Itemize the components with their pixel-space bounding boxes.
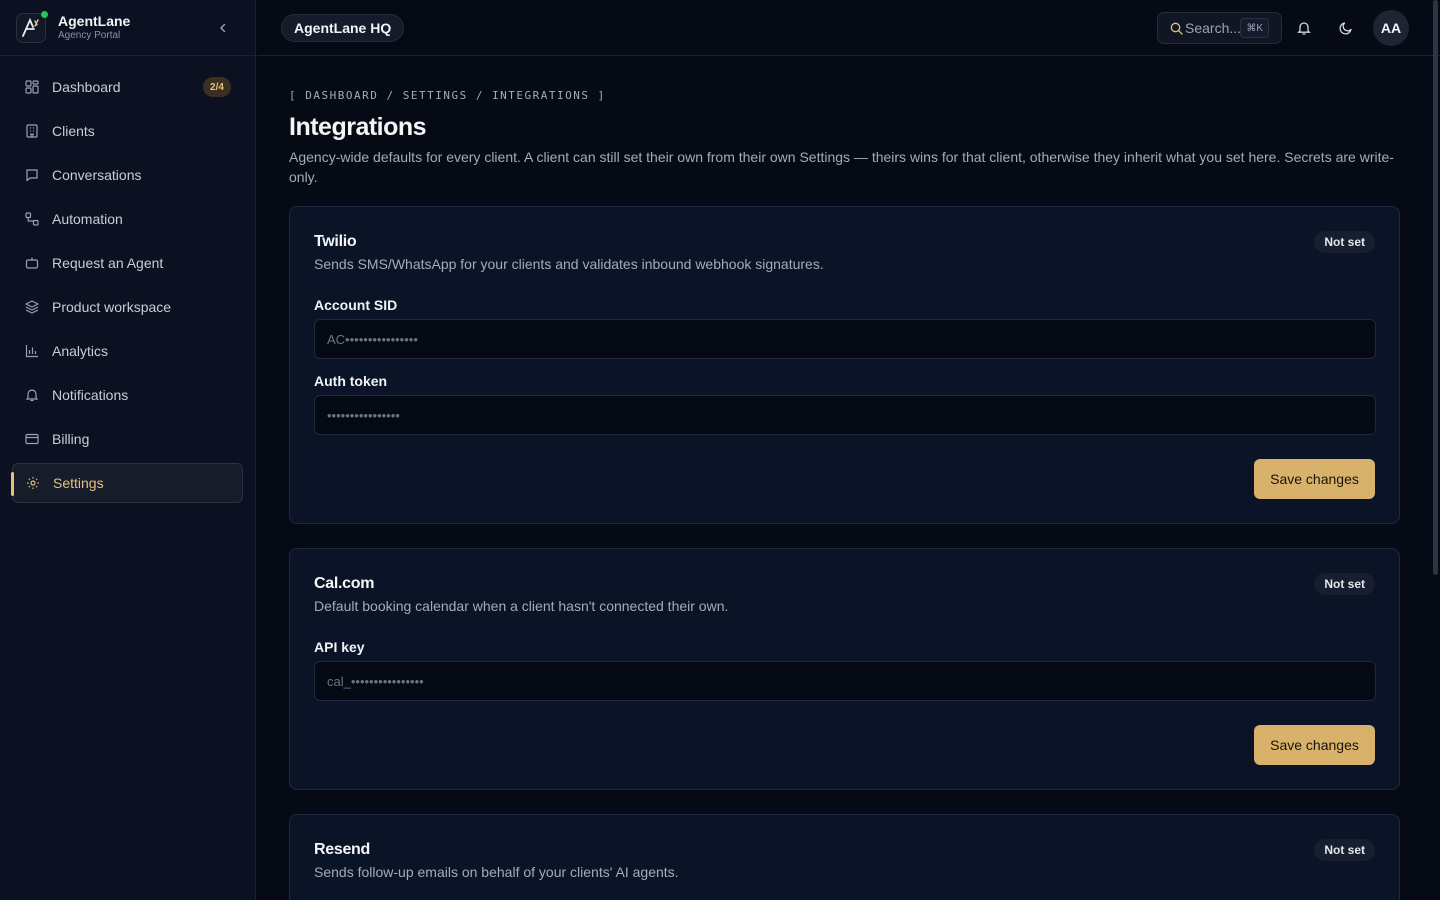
layers-icon [24, 299, 40, 315]
sidebar-item-dashboard[interactable]: Dashboard 2/4 [12, 67, 243, 107]
brand-subtitle: Agency Portal [58, 29, 121, 41]
notifications-button[interactable] [1294, 18, 1314, 38]
moon-icon [1339, 22, 1352, 35]
avatar[interactable]: AA [1373, 10, 1409, 46]
collapse-sidebar-button[interactable] [215, 20, 231, 36]
auth-token-label: Auth token [314, 373, 388, 389]
auth-token-field[interactable] [314, 395, 1376, 435]
sidebar-item-label: Product workspace [52, 299, 172, 315]
sidebar-item-automation[interactable]: Automation [12, 199, 243, 239]
save-button[interactable]: Save changes [1254, 725, 1375, 765]
theme-toggle-button[interactable] [1336, 18, 1356, 38]
sidebar: AgentLane Agency Portal Dashboard 2/4 Cl… [0, 0, 256, 900]
building-icon [24, 123, 40, 139]
brand-header: AgentLane Agency Portal [0, 0, 255, 56]
bell-icon [24, 387, 40, 403]
account-sid-field[interactable] [314, 319, 1376, 359]
search-input[interactable]: Search... ⌘K [1157, 12, 1282, 44]
api-key-label: API key [314, 639, 365, 655]
sidebar-item-label: Analytics [52, 343, 109, 359]
page-description: Agency-wide defaults for every client. A… [289, 149, 1394, 185]
credit-card-icon [24, 431, 40, 447]
card-title: Cal.com [314, 575, 375, 592]
page-title: Integrations [289, 113, 427, 141]
card-description: Sends follow-up emails on behalf of your… [314, 864, 679, 880]
sidebar-item-conversations[interactable]: Conversations [12, 155, 243, 195]
gear-icon [25, 475, 41, 491]
topbar: AgentLane HQ Search... ⌘K AA [257, 0, 1440, 56]
sidebar-item-clients[interactable]: Clients [12, 111, 243, 151]
bar-chart-icon [24, 343, 40, 359]
dashboard-icon [24, 79, 40, 95]
workspace-switcher[interactable]: AgentLane HQ [281, 14, 405, 42]
sidebar-item-label: Conversations [52, 167, 142, 183]
sidebar-nav: Dashboard 2/4 Clients Conversations Auto… [0, 56, 255, 503]
main-content: [ DASHBOARD / SETTINGS / INTEGRATIONS ] … [289, 56, 1400, 900]
card-description: Default booking calendar when a client h… [314, 598, 729, 614]
online-status-dot [41, 10, 48, 18]
search-icon [1170, 22, 1183, 35]
account-sid-label: Account SID [314, 297, 398, 313]
page-scrollbar[interactable] [1433, 0, 1438, 575]
progress-badge: 2/4 [203, 77, 231, 97]
breadcrumb: [ DASHBOARD / SETTINGS / INTEGRATIONS ] [289, 89, 606, 102]
card-description: Sends SMS/WhatsApp for your clients and … [314, 256, 824, 272]
sidebar-item-settings[interactable]: Settings [11, 463, 243, 503]
sidebar-item-label: Dashboard [52, 79, 121, 95]
integration-card-twilio: Twilio Not set Sends SMS/WhatsApp for yo… [289, 206, 1400, 524]
search-placeholder: Search... [1185, 20, 1242, 36]
bell-icon [1297, 22, 1311, 35]
sidebar-item-request-agent[interactable]: Request an Agent [12, 243, 243, 283]
sidebar-item-label: Request an Agent [52, 255, 164, 271]
status-badge: Not set [1314, 573, 1375, 595]
message-icon [24, 167, 40, 183]
card-title: Resend [314, 841, 370, 858]
workflow-icon [24, 211, 40, 227]
brand-logo-icon[interactable] [16, 10, 48, 43]
sidebar-item-analytics[interactable]: Analytics [12, 331, 243, 371]
chevron-left-icon [220, 23, 226, 33]
card-title: Twilio [314, 233, 357, 250]
sidebar-item-label: Notifications [52, 387, 129, 403]
sidebar-item-label: Clients [52, 123, 95, 139]
brand-name: AgentLane [58, 12, 131, 29]
sidebar-item-product-workspace[interactable]: Product workspace [12, 287, 243, 327]
bot-icon [24, 255, 40, 271]
sidebar-item-label: Billing [52, 431, 90, 447]
sidebar-item-notifications[interactable]: Notifications [12, 375, 243, 415]
sidebar-item-label: Automation [52, 211, 123, 227]
integration-card-calcom: Cal.com Not set Default booking calendar… [289, 548, 1400, 790]
status-badge: Not set [1314, 839, 1375, 861]
status-badge: Not set [1314, 231, 1375, 253]
save-button[interactable]: Save changes [1254, 459, 1375, 499]
sidebar-item-billing[interactable]: Billing [12, 419, 243, 459]
api-key-field[interactable] [314, 661, 1376, 701]
integration-card-resend: Resend Not set Sends follow-up emails on… [289, 814, 1400, 900]
search-shortcut: ⌘K [1240, 18, 1269, 38]
sidebar-item-label: Settings [53, 475, 104, 491]
